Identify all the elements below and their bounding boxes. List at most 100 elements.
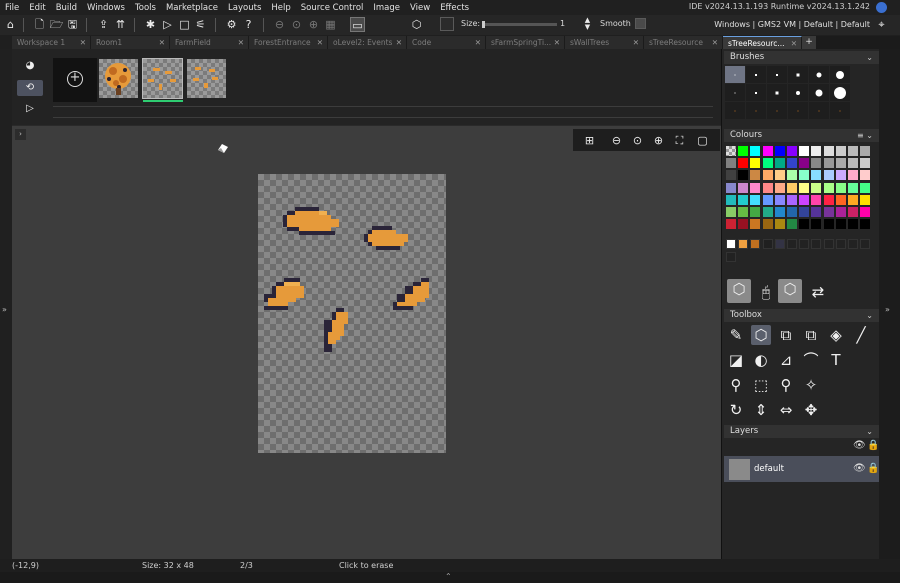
brush-1-2[interactable] <box>767 84 787 101</box>
eraser-tool-icon[interactable]: ⬡ <box>409 17 424 32</box>
colour-swatch[interactable] <box>738 170 749 181</box>
smooth-checkbox[interactable] <box>635 18 646 29</box>
all-layers-lock-icon[interactable]: 🔒 <box>867 440 879 451</box>
menu-file[interactable]: File <box>0 3 24 13</box>
tab-0[interactable]: Workspace 1 ✕ <box>12 36 91 49</box>
frame-thumbnail-3[interactable] <box>187 59 226 98</box>
colour-swatch[interactable] <box>726 146 736 156</box>
colour-swatch[interactable] <box>774 158 785 169</box>
colour-swatch[interactable] <box>750 207 761 217</box>
menu-help[interactable]: Help <box>266 3 295 13</box>
colour-swatch[interactable] <box>774 219 785 230</box>
colour-swatch[interactable] <box>835 158 846 169</box>
new-tab-icon[interactable]: + <box>802 36 816 49</box>
canvas-fit-icon[interactable]: ⛶ <box>672 133 687 148</box>
colour-swatch[interactable] <box>787 207 797 217</box>
new-project-icon[interactable]: 🗋 <box>32 17 47 32</box>
current-colour-swatch[interactable] <box>440 17 454 31</box>
menu-windows[interactable]: Windows <box>82 3 130 13</box>
clean-icon[interactable]: ⚟ <box>193 17 208 32</box>
colour-swatch[interactable] <box>835 146 846 156</box>
home-icon[interactable]: ⌂ <box>3 17 18 32</box>
rect-select-icon[interactable]: ⬚ <box>751 375 771 395</box>
colour-swatch[interactable] <box>738 207 749 217</box>
colour-swatch[interactable] <box>848 219 858 230</box>
colour-swatch[interactable] <box>762 194 773 205</box>
colour-swatch[interactable] <box>811 170 822 181</box>
colour-swatch[interactable] <box>762 182 773 193</box>
colour-swatch[interactable] <box>726 170 736 181</box>
colour-swatch[interactable] <box>787 182 797 193</box>
menu-edit[interactable]: Edit <box>24 3 50 13</box>
custom-colour-swatch[interactable] <box>738 239 749 249</box>
brush-2-5[interactable] <box>830 102 850 119</box>
brush-0-5[interactable] <box>830 66 850 83</box>
brush-1-0[interactable] <box>725 84 745 101</box>
brush-1-3[interactable] <box>788 84 808 101</box>
brush-2-4[interactable] <box>809 102 829 119</box>
layers-header[interactable]: Layers ⌄ <box>724 425 879 438</box>
expand-bottom-icon[interactable]: ⌃ <box>445 572 452 581</box>
custom-colour-swatch[interactable] <box>811 239 822 249</box>
run-icon[interactable]: ▷ <box>160 17 175 32</box>
tab-1[interactable]: Room1 ✕ <box>91 36 170 49</box>
tab-2[interactable]: FarmField ✕ <box>170 36 249 49</box>
colour-swatch[interactable] <box>848 207 858 217</box>
colour-swatch[interactable] <box>738 158 749 169</box>
colour-swatch[interactable] <box>848 158 858 169</box>
colour-swatch[interactable] <box>750 158 761 169</box>
line-icon[interactable]: ╱ <box>851 325 871 345</box>
colours-header[interactable]: Colours ≡ ⌄ <box>724 129 879 142</box>
colour-swatch[interactable] <box>811 146 822 156</box>
colour-swatch[interactable] <box>848 194 858 205</box>
curve-icon[interactable]: ⌒ <box>801 350 821 370</box>
custom-colour-swatch[interactable] <box>787 239 797 249</box>
colour-swatch[interactable] <box>726 219 736 230</box>
close-tab-icon[interactable]: ✕ <box>633 36 639 49</box>
custom-colour-swatch[interactable] <box>848 239 858 249</box>
move-icon[interactable]: ✥ <box>801 400 821 420</box>
colour-swatch[interactable] <box>738 219 749 230</box>
brush-0-3[interactable] <box>788 66 808 83</box>
close-tab-icon[interactable]: ✕ <box>475 36 481 49</box>
brush-0-2[interactable] <box>767 66 787 83</box>
colour-swatch[interactable] <box>860 194 871 205</box>
colour-swatch[interactable] <box>823 182 834 193</box>
flip-vertical-icon[interactable]: ⇕ <box>751 400 771 420</box>
frame-thumbnail-2[interactable] <box>142 58 183 99</box>
tab-3[interactable]: ForestEntrance ✕ <box>249 36 328 49</box>
add-frame-button[interactable]: + <box>53 58 97 102</box>
expand-left-icon[interactable]: » <box>2 305 7 314</box>
custom-colour-swatch[interactable] <box>774 239 785 249</box>
custom-colour-swatch[interactable] <box>762 239 773 249</box>
target-selector[interactable]: Windows | GMS2 VM | Default | Default <box>714 20 870 29</box>
tab-6[interactable]: sFarmSpringTi... ✕ <box>486 36 565 49</box>
tab-4[interactable]: oLevel2: Events ✕ <box>328 36 407 49</box>
colour-swatch[interactable] <box>762 207 773 217</box>
colour-swatch[interactable] <box>726 207 736 217</box>
canvas-background-icon[interactable]: ▢ <box>695 133 710 148</box>
custom-colour-swatch[interactable] <box>726 239 736 249</box>
save-project-icon[interactable]: 🖫 <box>65 17 80 32</box>
brush-1-1[interactable] <box>746 84 766 101</box>
custom-colour-swatch[interactable] <box>860 239 871 249</box>
canvas-zoom-out-icon[interactable]: ⊖ <box>609 133 624 148</box>
colour-swatch[interactable] <box>774 207 785 217</box>
colour-swatch[interactable] <box>835 207 846 217</box>
chevron-down-icon[interactable]: ⌄ <box>866 51 873 64</box>
brush-1-4[interactable] <box>809 84 829 101</box>
menu-build[interactable]: Build <box>51 3 82 13</box>
colour-swatch[interactable] <box>750 146 761 156</box>
onion-skin-icon[interactable]: ◕ <box>17 58 43 74</box>
secondary-colour-slot[interactable]: ⬡ <box>778 279 802 303</box>
colour-swatch[interactable] <box>860 170 871 181</box>
stop-icon[interactable]: □ <box>177 17 192 32</box>
colour-swatch[interactable] <box>860 207 871 217</box>
help-icon[interactable]: ? <box>241 17 256 32</box>
grid-icon[interactable]: ▦ <box>323 17 338 32</box>
colour-swatch[interactable] <box>848 182 858 193</box>
colour-swatch[interactable] <box>860 146 871 156</box>
open-project-icon[interactable]: 🗁 <box>49 17 64 32</box>
brushes-header[interactable]: Brushes ⌄ <box>724 51 879 64</box>
close-tab-icon[interactable]: ✕ <box>554 36 560 49</box>
